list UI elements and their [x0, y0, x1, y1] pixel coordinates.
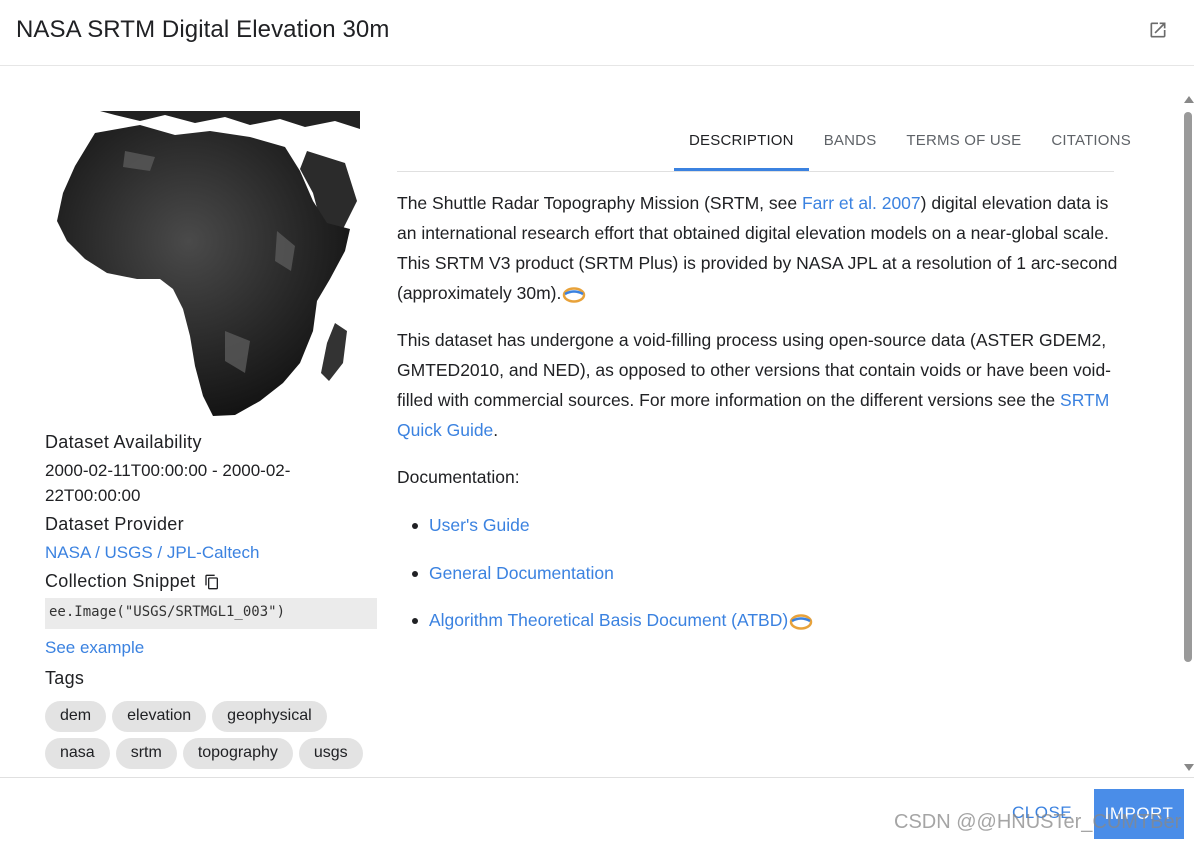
scrollbar[interactable] [1182, 96, 1194, 776]
open-in-new-icon[interactable] [1148, 20, 1168, 40]
list-item: User's Guide [412, 510, 1119, 540]
snippet-heading: Collection Snippet [45, 571, 196, 591]
scroll-thumb[interactable] [1184, 112, 1192, 662]
tag-chip[interactable]: topography [182, 738, 293, 769]
paragraph-text: This dataset has undergone a void-fillin… [397, 330, 1112, 410]
provider-heading: Dataset Provider [45, 514, 184, 534]
availability-heading: Dataset Availability [45, 432, 202, 452]
copy-icon[interactable] [204, 573, 220, 591]
paragraph-text: . [493, 420, 499, 440]
snippet-heading-row: Collection Snippet [45, 571, 380, 592]
tab-description[interactable]: DESCRIPTION [674, 128, 809, 171]
external-link-icon [789, 614, 813, 630]
list-item: Algorithm Theoretical Basis Document (AT… [412, 605, 1119, 635]
scroll-up-arrow-icon[interactable] [1184, 96, 1194, 103]
tab-divider [397, 171, 1114, 172]
scroll-down-arrow-icon[interactable] [1184, 764, 1194, 771]
dialog-header: NASA SRTM Digital Elevation 30m [0, 0, 1194, 66]
see-example-link[interactable]: See example [45, 635, 380, 660]
farr-citation-link[interactable]: Farr et al. 2007 [802, 193, 921, 213]
users-guide-link[interactable]: User's Guide [429, 515, 530, 535]
tag-chip[interactable]: elevation [112, 701, 207, 732]
tab-terms-of-use[interactable]: TERMS OF USE [891, 128, 1036, 171]
snippet-code[interactable]: ee.Image("USGS/SRTMGL1_003") [45, 598, 377, 629]
documentation-list: User's Guide General Documentation Algor… [397, 510, 1119, 635]
description-panel: The Shuttle Radar Topography Mission (SR… [397, 188, 1119, 653]
paragraph-text: The Shuttle Radar Topography Mission (SR… [397, 193, 802, 213]
description-paragraph-1: The Shuttle Radar Topography Mission (SR… [397, 188, 1119, 308]
tag-chip[interactable]: dem [45, 701, 107, 732]
description-paragraph-2: This dataset has undergone a void-fillin… [397, 325, 1119, 445]
atbd-link[interactable]: Algorithm Theoretical Basis Document (AT… [429, 610, 788, 630]
list-item: General Documentation [412, 558, 1119, 588]
tab-bar: DESCRIPTION BANDS TERMS OF USE CITATIONS [674, 128, 1146, 171]
tag-chip[interactable]: geophysical [212, 701, 327, 732]
watermark: CSDN @@HNUSTer_CUMTBer [894, 811, 1182, 833]
dataset-sidebar: Dataset Availability 2000-02-11T00:00:00… [45, 432, 380, 769]
tab-citations[interactable]: CITATIONS [1036, 128, 1146, 171]
availability-line-2: 22T00:00:00 [45, 486, 141, 505]
provider-link[interactable]: NASA / USGS / JPL-Caltech [45, 540, 380, 565]
tags-heading: Tags [45, 668, 85, 688]
external-link-icon [563, 287, 586, 303]
dataset-thumbnail [45, 111, 360, 425]
dialog-footer: CLOSE IMPORT CSDN @@HNUSTer_CUMTBer [0, 777, 1194, 843]
general-documentation-link[interactable]: General Documentation [429, 563, 614, 583]
dialog-title: NASA SRTM Digital Elevation 30m [16, 16, 390, 43]
tag-chip[interactable]: nasa [45, 738, 110, 769]
tag-list: dem elevation geophysical nasa srtm topo… [45, 701, 385, 769]
availability-line-1: 2000-02-11T00:00:00 - 2000-02- [45, 461, 291, 480]
documentation-label: Documentation: [397, 467, 520, 487]
tag-chip[interactable]: usgs [298, 738, 363, 769]
tag-chip[interactable]: srtm [115, 738, 177, 769]
tab-bands[interactable]: BANDS [809, 128, 892, 171]
